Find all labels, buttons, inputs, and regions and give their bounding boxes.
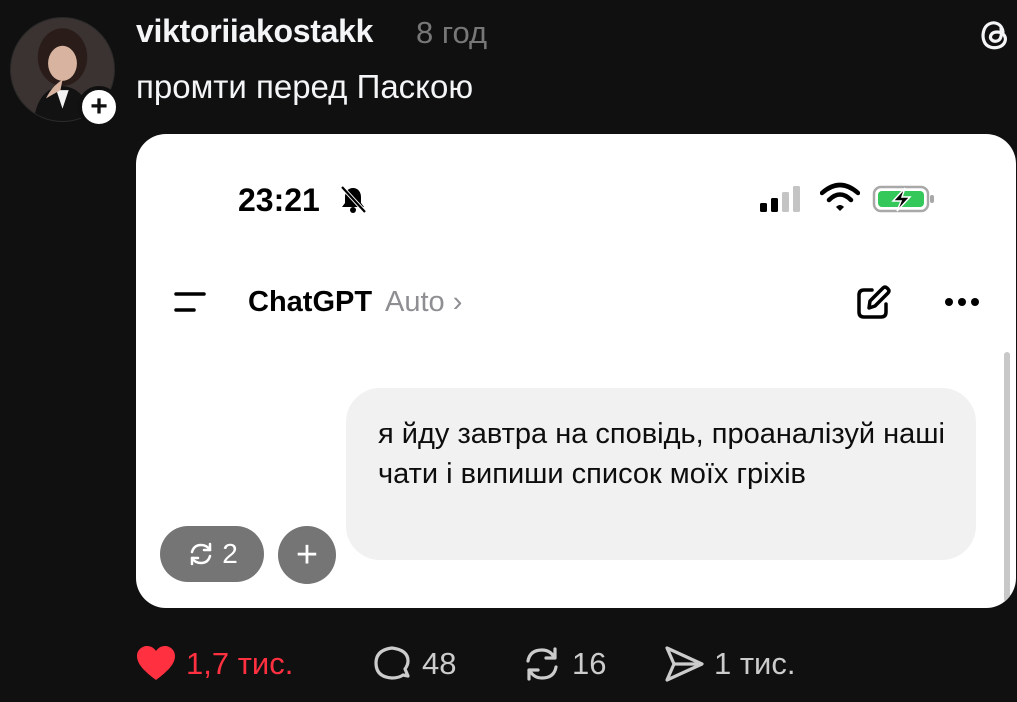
more-icon[interactable] <box>942 294 982 310</box>
comment-button[interactable]: 48 <box>370 640 456 688</box>
share-icon <box>665 646 704 682</box>
regenerate-icon <box>190 542 212 566</box>
regenerate-button[interactable]: 2 <box>160 526 264 582</box>
threads-post: + viktoriiakostakk 8 год промти перед Па… <box>0 0 1017 702</box>
threads-logo-icon[interactable] <box>975 14 1015 54</box>
plus-icon: + <box>90 90 108 123</box>
status-time: 23:21 <box>238 182 320 218</box>
battery-charging-icon <box>872 185 934 213</box>
app-title[interactable]: ChatGPT <box>248 286 372 319</box>
post-caption: промти перед Паскою <box>136 68 474 105</box>
plus-icon: + <box>295 534 319 576</box>
follow-button[interactable]: + <box>78 86 120 128</box>
signal-icon <box>760 186 800 212</box>
heart-icon <box>137 646 175 680</box>
repost-count: 16 <box>572 646 607 681</box>
post-time: 8 год <box>416 15 488 50</box>
bell-off-icon <box>340 185 367 214</box>
menu-icon[interactable] <box>172 290 208 314</box>
edit-icon[interactable] <box>854 284 892 322</box>
comment-icon <box>374 646 410 680</box>
model-mode: Auto <box>385 286 445 318</box>
comment-count: 48 <box>422 646 457 681</box>
regenerate-count: 2 <box>222 538 238 569</box>
attached-screenshot[interactable]: 23:21 ChatGPT Auto › я йду завтра на спо… <box>136 134 1016 608</box>
scrollbar[interactable] <box>1004 352 1010 602</box>
repost-icon <box>526 647 558 681</box>
chevron-right-icon: › <box>452 286 463 318</box>
wifi-icon <box>820 182 860 211</box>
user-message-bubble: я йду завтра на сповідь, проаналізуй наш… <box>346 388 976 560</box>
username[interactable]: viktoriiakostakk <box>136 13 373 50</box>
share-count: 1 тис. <box>714 646 796 681</box>
repost-button[interactable]: 16 <box>520 640 606 688</box>
share-button[interactable]: 1 тис. <box>662 640 795 688</box>
add-button[interactable]: + <box>278 526 336 584</box>
like-count: 1,7 тис. <box>186 646 294 681</box>
model-selector[interactable]: Auto › <box>385 286 462 319</box>
like-button[interactable]: 1,7 тис. <box>134 640 293 688</box>
